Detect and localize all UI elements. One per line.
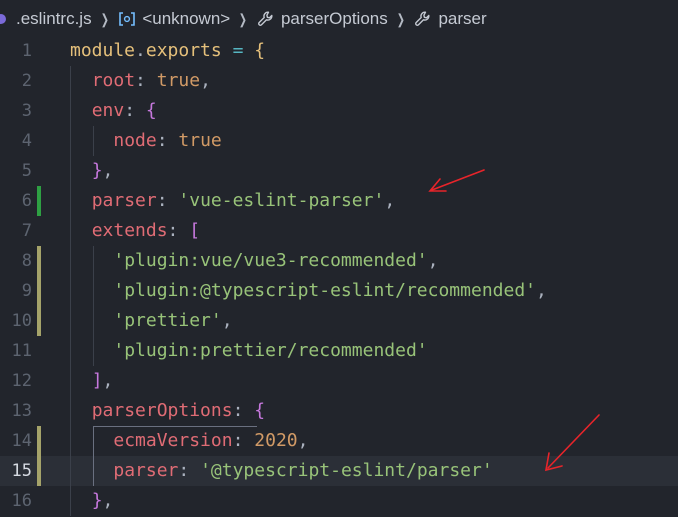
- annotation-arrow-line-6: [428, 169, 485, 192]
- annotation-arrow-line-15: [544, 414, 600, 472]
- annotation-layer: [428, 169, 600, 472]
